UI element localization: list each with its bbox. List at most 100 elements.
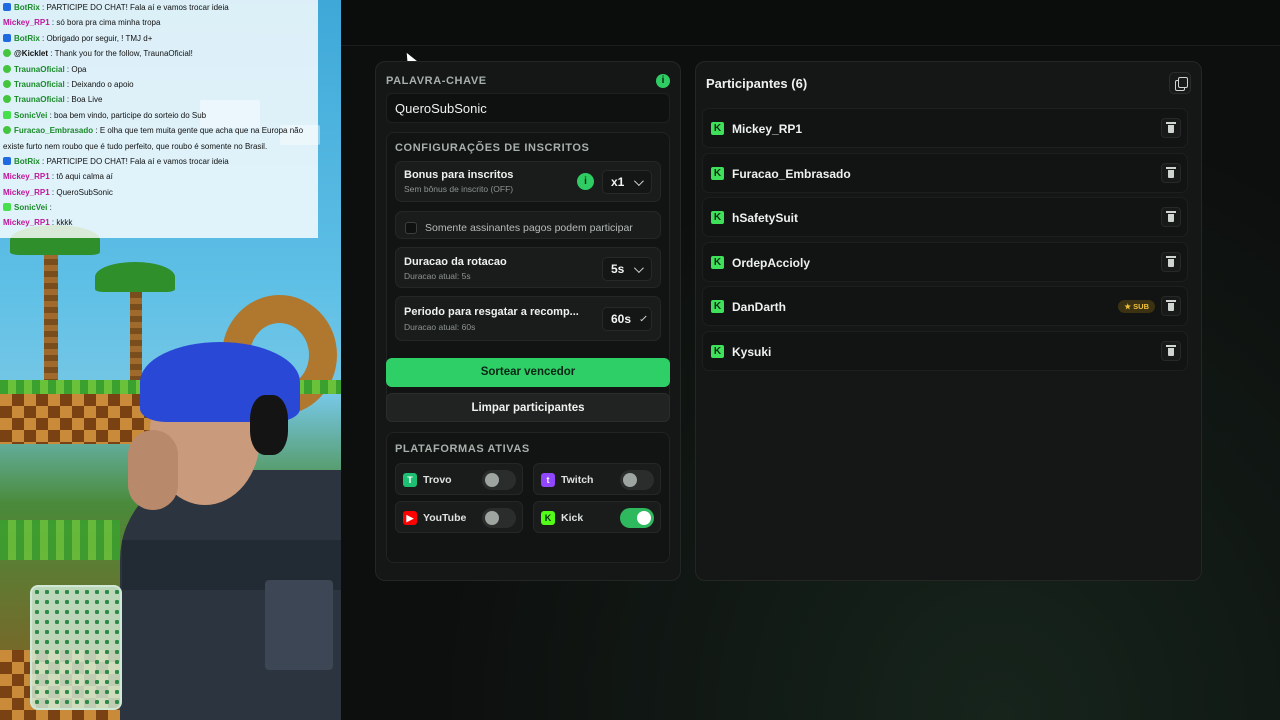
participant-row[interactable]: K Kysuki — [702, 330, 1188, 371]
trash-icon[interactable] — [1161, 340, 1181, 361]
bonus-subtitle: Sem bônus de inscrito (OFF) — [404, 184, 514, 194]
chat-message: Mickey_RP1 : tô aqui calma aí — [0, 169, 318, 184]
platform-toggle[interactable] — [482, 470, 516, 490]
participant-row[interactable]: K Mickey_RP1 — [702, 108, 1188, 148]
chat-username: TraunaOficial — [14, 64, 65, 74]
badge-icon — [3, 95, 11, 104]
bonus-select[interactable]: x1 — [602, 170, 652, 194]
sub-badge: ★ SUB — [1118, 300, 1155, 313]
participant-name: DanDarth — [732, 300, 787, 314]
chat-text: Obrigado por seguir, ! TMJ d+ — [46, 33, 153, 43]
toggle-knob — [637, 511, 651, 525]
platform-toggle[interactable] — [482, 508, 516, 528]
chevron-down-icon — [634, 262, 645, 273]
participant-row[interactable]: K DanDarth ★ SUB — [702, 286, 1188, 326]
bonus-title: Bonus para inscritos — [404, 169, 514, 181]
bonus-row: Bonus para inscritos Sem bônus de inscri… — [395, 161, 661, 202]
settings-panel: PALAVRA-CHAVE i CONFIGURAÇÕES DE INSCRIT… — [375, 61, 681, 581]
kick-icon: K — [711, 255, 724, 269]
draw-winner-button[interactable]: Sortear vencedor — [386, 358, 670, 387]
participants-title: Participantes (6) — [706, 76, 808, 91]
participant-row[interactable]: K Furacao_Embrasado — [702, 152, 1188, 193]
bonus-select-value: x1 — [611, 175, 625, 189]
platform-name: Trovo — [423, 474, 452, 486]
chat-message: TraunaOficial : Boa Live — [0, 92, 318, 107]
kick-icon: K — [711, 300, 724, 313]
kick-icon: K — [711, 344, 724, 358]
chat-username: BotRix — [14, 33, 40, 43]
chat-text: kkkk — [56, 218, 73, 228]
headphone — [250, 395, 288, 455]
info-icon[interactable]: i — [656, 74, 670, 88]
chat-message: Furacao_Embrasado : E olha que tem muita… — [0, 123, 318, 138]
participant-row[interactable]: KhSafetySuit — [702, 197, 1188, 237]
subscriber-config-title: CONFIGURAÇÕES DE INSCRITOS — [395, 142, 590, 154]
rotation-select[interactable]: 5s — [602, 257, 652, 281]
rotation-subtitle: Duracao atual: 5s — [404, 271, 471, 281]
youtube-icon: ▶ — [403, 511, 417, 525]
chat-username: TraunaOficial — [14, 79, 65, 89]
trash-icon[interactable] — [1161, 162, 1181, 183]
chat-text: só bora pra cima minha tropa — [56, 18, 161, 28]
bot-icon — [3, 33, 11, 42]
chat-message: TraunaOficial : Deixando o apoio — [0, 77, 318, 92]
chat-overlay: BotRix : PARTICIPE DO CHAT! Fala aí e va… — [0, 0, 318, 238]
participant-name: Mickey_RP1 — [732, 122, 803, 136]
candy-jar — [30, 585, 122, 710]
platform-twitch: t Twitch — [533, 463, 661, 495]
rotation-row: Duracao da rotacao Duracao atual: 5s 5s — [395, 247, 661, 288]
chat-message: SonicVei : boa bem vindo, participe do s… — [0, 108, 318, 123]
platform-name: YouTube — [423, 512, 467, 524]
chat-text: existe furto nem roubo que é tudo perfei… — [3, 141, 268, 151]
badge-icon — [3, 126, 11, 135]
platform-youtube: ▶ YouTube — [395, 501, 523, 533]
claim-select-value: 60s — [611, 312, 632, 326]
trash-icon[interactable] — [1161, 207, 1181, 227]
trovo-icon: T — [403, 473, 417, 487]
paid-only-checkbox[interactable] — [405, 222, 417, 234]
chevron-down-icon — [634, 175, 645, 186]
chat-text: PARTICIPE DO CHAT! Fala aí e vamos troca… — [46, 156, 229, 166]
top-bar — [341, 0, 1280, 46]
chat-text: tô aqui calma aí — [56, 172, 113, 182]
platform-name: Kick — [561, 512, 584, 524]
participant-name: Furacao_Embrasado — [732, 166, 851, 181]
participant-name: OrdepAccioly — [732, 255, 811, 270]
chat-message: TraunaOficial : Opa — [0, 62, 318, 77]
bot-icon — [3, 3, 11, 11]
clear-participants-button[interactable]: Limpar participantes — [386, 393, 670, 422]
bonus-info-icon[interactable]: i — [577, 173, 594, 190]
claim-select[interactable]: 60s — [602, 307, 652, 331]
chat-text: boa bem vindo, participe do sorteio do S… — [54, 110, 207, 120]
participant-row[interactable]: K OrdepAccioly — [702, 241, 1188, 282]
keyword-input[interactable] — [386, 93, 670, 123]
trash-icon[interactable] — [1161, 251, 1181, 272]
trash-icon[interactable] — [1161, 296, 1181, 316]
palm-leaves — [95, 262, 175, 292]
platform-kick: K Kick — [533, 501, 661, 533]
chat-username: Mickey_RP1 — [3, 18, 50, 28]
chat-username: SonicVei — [14, 203, 48, 213]
trash-icon[interactable] — [1161, 118, 1181, 138]
chat-username: Mickey_RP1 — [3, 218, 50, 228]
claim-title: Periodo para resgatar a recomp... — [404, 306, 579, 318]
keyword-header: PALAVRA-CHAVE i — [386, 74, 670, 88]
chat-username: @Kicklet — [14, 49, 49, 59]
platforms-title: PLATAFORMAS ATIVAS — [395, 443, 530, 455]
copy-icon[interactable] — [1169, 72, 1191, 94]
participant-name: Kysuki — [732, 344, 772, 359]
platform-toggle[interactable] — [620, 508, 654, 528]
platform-toggle[interactable] — [620, 470, 654, 490]
chat-username: Mickey_RP1 — [3, 172, 50, 182]
paid-only-row[interactable]: Somente assinantes pagos podem participa… — [395, 211, 661, 239]
chat-username: BotRix — [14, 156, 40, 166]
rotation-title: Duracao da rotacao — [404, 256, 507, 268]
chat-message: Mickey_RP1 : QueroSubSonic — [0, 185, 318, 200]
chat-text: PARTICIPE DO CHAT! Fala aí e vamos troca… — [46, 3, 229, 12]
bot-icon — [3, 156, 11, 165]
chat-message: BotRix : Obrigado por seguir, ! TMJ d+ — [0, 31, 318, 46]
chat-message: BotRix : PARTICIPE DO CHAT! Fala aí e va… — [0, 0, 318, 15]
chat-message: Mickey_RP1 : só bora pra cima minha trop… — [0, 15, 318, 30]
chat-message: BotRix : PARTICIPE DO CHAT! Fala aí e va… — [0, 154, 318, 169]
chat-message: existe furto nem roubo que é tudo perfei… — [0, 139, 318, 154]
